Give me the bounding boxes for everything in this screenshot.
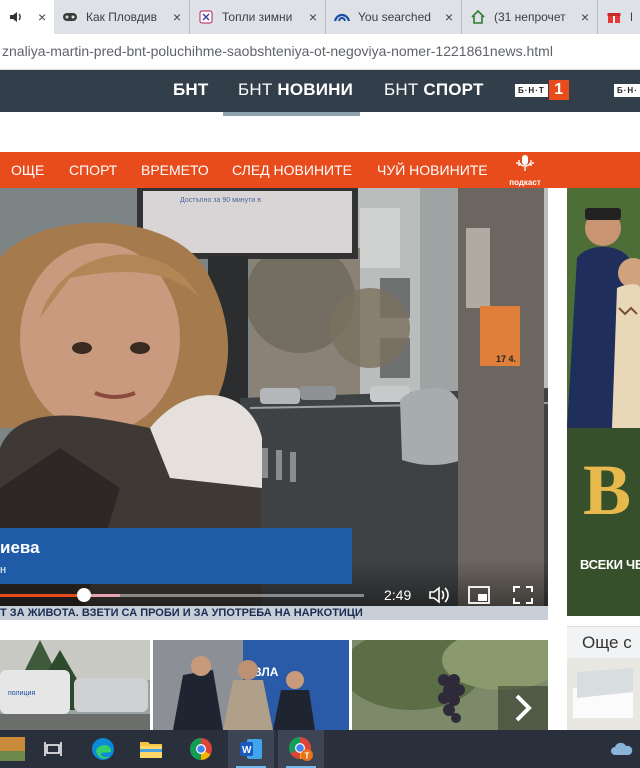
windows-taskbar: W T: [0, 730, 640, 768]
news-ticker: Т ЗА ЖИВОТА. ВЗЕТИ СА ПРОБИ И ЗА УПОТРЕБ…: [0, 606, 548, 620]
current-time: 2:49: [384, 587, 412, 603]
podcast-label: подкаст: [509, 178, 541, 187]
tab-title: You searched: [358, 10, 431, 24]
speaker-role: н: [0, 564, 7, 576]
tab-close-icon[interactable]: ×: [309, 9, 317, 25]
tab-close-icon[interactable]: ×: [581, 9, 589, 25]
active-nav-indicator: [223, 112, 360, 116]
word-icon[interactable]: W: [228, 730, 274, 768]
wave-logo-icon: [334, 9, 350, 25]
tab-title: Как Пловдив: [86, 10, 158, 24]
ad-image: [567, 188, 640, 616]
progress-bar[interactable]: [0, 588, 364, 602]
podcast-link[interactable]: подкаст: [503, 154, 547, 187]
nav-item-bnt[interactable]: БНТ: [173, 80, 208, 100]
profile-badge: T: [305, 752, 310, 761]
address-bar[interactable]: znaliya-martin-pred-bnt-poluchihme-saobs…: [0, 34, 640, 70]
related-video-thumb[interactable]: ВЛА: [153, 640, 349, 730]
bnt2-logo[interactable]: Б·Н·: [614, 84, 640, 97]
browser-tab[interactable]: You searched ×: [326, 0, 462, 34]
tg-logo-icon: [198, 9, 214, 25]
category-sport[interactable]: СПОРТ: [69, 162, 117, 178]
category-weather[interactable]: ВРЕМЕТО: [141, 162, 209, 178]
more-section-header: Още с: [567, 626, 640, 658]
home-icon: [470, 9, 486, 25]
picture-in-picture-icon[interactable]: [466, 582, 492, 608]
tab-close-icon[interactable]: ×: [445, 9, 453, 25]
nav-item-bnt-news[interactable]: БНТ НОВИНИ: [238, 80, 353, 100]
task-view-icon[interactable]: [30, 730, 76, 768]
lower-third-caption: иева н: [0, 528, 352, 584]
browser-tab-active[interactable]: ×: [0, 0, 54, 34]
progress-knob[interactable]: [76, 588, 91, 602]
microphone-icon: [503, 154, 547, 177]
tab-close-icon[interactable]: ×: [38, 9, 46, 25]
word-letter: W: [242, 745, 252, 756]
more-section-thumb[interactable]: [567, 658, 640, 730]
tab-title: Топли зимни: [222, 10, 293, 24]
fullscreen-icon[interactable]: [510, 582, 536, 608]
bnt1-logo[interactable]: Б·Н·Т 1: [515, 80, 569, 100]
volume-icon[interactable]: [426, 582, 452, 608]
browser-tab[interactable]: (31 непрочет ×: [462, 0, 598, 34]
nav-item-bnt-sport[interactable]: БНТ СПОРТ: [384, 80, 484, 100]
category-after-news[interactable]: СЛЕД НОВИНИТЕ: [232, 162, 352, 178]
carousel-next-button[interactable]: [498, 686, 548, 730]
chrome-profile-icon[interactable]: T: [278, 730, 324, 768]
ad-title-letter: B: [583, 450, 632, 530]
chevron-right-icon: [515, 694, 532, 722]
file-explorer-icon[interactable]: [128, 730, 174, 768]
tab-title: (31 непрочет: [494, 10, 566, 24]
speaker-icon[interactable]: [8, 9, 24, 25]
tab-title: П: [630, 10, 632, 24]
browser-tab-strip: × Как Пловдив × Топли зимни × You search…: [0, 0, 640, 34]
tab-close-icon[interactable]: ×: [173, 9, 181, 25]
speaker-name: иева: [0, 538, 40, 557]
progress-played: [0, 594, 84, 597]
category-listen-news[interactable]: ЧУЙ НОВИНИТЕ: [377, 162, 488, 178]
browser-tab[interactable]: Как Пловдив ×: [54, 0, 190, 34]
poster-text: Достъпно за 90 минути в: [180, 197, 261, 204]
chrome-icon[interactable]: [178, 730, 224, 768]
edge-icon[interactable]: [80, 730, 126, 768]
car-text: полиция: [8, 690, 35, 697]
url-text[interactable]: znaliya-martin-pred-bnt-poluchihme-saobs…: [2, 43, 553, 59]
related-videos: полиция ВЛА: [0, 640, 548, 730]
ad-banner[interactable]: [567, 188, 640, 616]
browser-tab[interactable]: Топли зимни ×: [190, 0, 326, 34]
related-video-thumb[interactable]: полиция: [0, 640, 150, 730]
onedrive-icon[interactable]: [604, 730, 640, 768]
more-section-title: Още с: [582, 633, 632, 652]
gift-icon: [606, 9, 622, 25]
taskbar-widget[interactable]: [0, 730, 30, 768]
sign-price: 17 4.: [496, 354, 516, 364]
browser-tab[interactable]: П: [598, 0, 640, 34]
category-more[interactable]: ОЩЕ: [11, 162, 44, 178]
ad-caption: ВСЕКИ ЧЕТ: [580, 557, 640, 572]
gamepad-icon: [62, 9, 78, 25]
